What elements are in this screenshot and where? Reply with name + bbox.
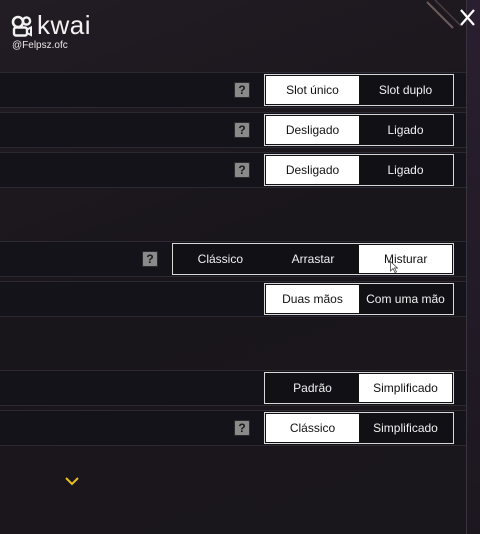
segmented-control-display-mode: Padrão Simplificado [264,372,454,404]
segmented-control-toggle-1: Desligado Ligado [264,114,454,146]
help-icon[interactable]: ? [234,122,250,138]
segmented-control-hands-mode: Duas mãos Com uma mão [264,283,454,315]
watermark-brand: kwai [37,10,92,40]
option-padrao[interactable]: Padrão [266,374,359,402]
option-simplificado[interactable]: Simplificado [359,374,452,402]
kwai-watermark: kwai @Felpsz.ofc [10,10,91,51]
setting-row-toggle-1: ? Desligado Ligado [0,112,466,148]
option-arrastar[interactable]: Arrastar [267,245,360,273]
option-ligado[interactable]: Ligado [359,116,452,144]
option-misturar[interactable]: Misturar [359,245,453,273]
setting-row-slot-mode: ? Slot único Slot duplo [0,72,466,108]
option-com-uma-mao[interactable]: Com uma mão [359,285,452,313]
setting-row-toggle-2: ? Desligado Ligado [0,152,466,188]
help-icon[interactable]: ? [234,162,250,178]
option-desligado[interactable]: Desligado [266,156,359,184]
option-slot-duplo[interactable]: Slot duplo [359,76,452,104]
option-slot-unico[interactable]: Slot único [266,76,359,104]
help-icon[interactable]: ? [234,420,250,436]
help-icon[interactable]: ? [142,251,158,267]
segmented-control-style-mode: Clássico Simplificado [264,412,454,444]
segmented-control-control-mode: Clássico Arrastar Misturar [172,243,454,275]
option-desligado[interactable]: Desligado [266,116,359,144]
option-ligado[interactable]: Ligado [359,156,452,184]
option-classico[interactable]: Clássico [266,414,359,442]
panel-edge [466,0,480,534]
segmented-control-toggle-2: Desligado Ligado [264,154,454,186]
chevron-down-icon[interactable] [64,476,80,486]
setting-row-hands-mode: Duas mãos Com uma mão [0,281,466,317]
option-classico[interactable]: Clássico [174,245,267,273]
setting-row-display-mode: Padrão Simplificado [0,370,466,406]
watermark-handle: @Felpsz.ofc [12,40,68,51]
mouse-cursor-icon [390,261,398,273]
corner-decoration-icon [426,0,462,29]
option-duas-maos[interactable]: Duas mãos [266,285,359,313]
kwai-logo-icon [11,15,32,37]
segmented-control-slot-mode: Slot único Slot duplo [264,74,454,106]
help-icon[interactable]: ? [234,82,250,98]
setting-row-style-mode: ? Clássico Simplificado [0,410,466,446]
option-simplificado[interactable]: Simplificado [359,414,452,442]
